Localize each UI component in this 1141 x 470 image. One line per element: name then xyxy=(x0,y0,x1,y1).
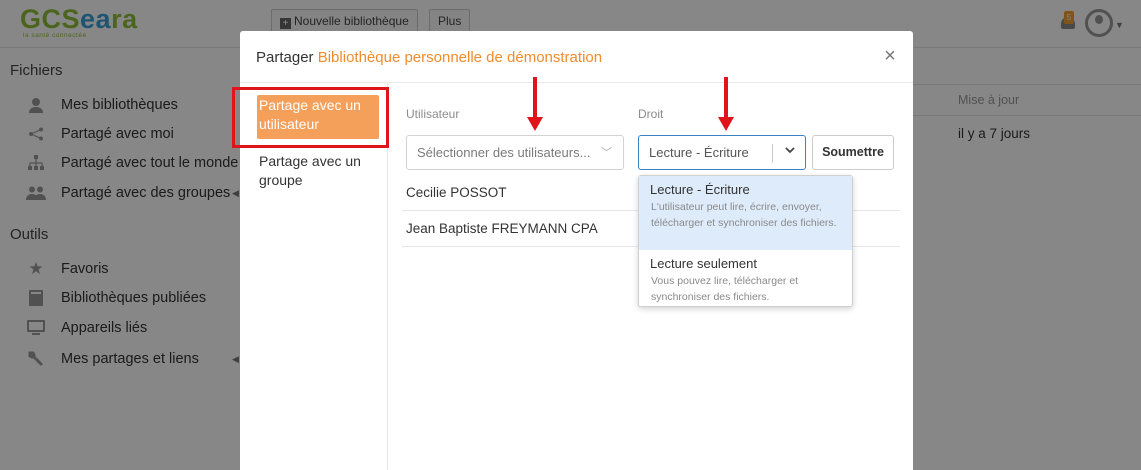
permission-option-read-write[interactable]: Lecture - Écriture L'utilisateur peut li… xyxy=(639,176,852,250)
shared-user-name: Jean Baptiste FREYMANN CPA xyxy=(406,221,598,236)
user-column-label: Utilisateur xyxy=(406,107,460,121)
annotation-arrow-icon xyxy=(718,77,734,132)
dialog-title: Partager Bibliothèque personnelle de dém… xyxy=(256,49,603,66)
library-name: Bibliothèque personnelle de démonstratio… xyxy=(317,49,603,66)
permission-selected-value: Lecture - Écriture xyxy=(649,145,749,160)
tab-share-with-group[interactable]: Partage avec un groupe xyxy=(257,151,379,191)
permission-option-read-only[interactable]: Lecture seulement Vous pouvez lire, télé… xyxy=(639,250,852,306)
permission-dropdown-menu: Lecture - Écriture L'utilisateur peut li… xyxy=(638,175,853,307)
submit-button[interactable]: Soumettre xyxy=(812,135,894,170)
chevron-down-icon: ﹀ xyxy=(601,147,612,159)
option-description: Vous pouvez lire, télécharger et synchro… xyxy=(651,275,799,303)
user-select-input[interactable]: Sélectionner des utilisateurs... ﹀ xyxy=(406,135,624,170)
close-icon[interactable]: × xyxy=(880,46,900,66)
dialog-header: Partager Bibliothèque personnelle de dém… xyxy=(240,31,913,83)
permission-select[interactable]: Lecture - Écriture xyxy=(638,135,806,170)
permission-column-label: Droit xyxy=(638,107,664,121)
option-title: Lecture - Écriture xyxy=(650,182,750,197)
shared-user-name: Cecilie POSSOT xyxy=(406,185,507,200)
annotation-arrow-icon xyxy=(527,77,543,132)
chevron-down-icon xyxy=(784,144,796,159)
option-title: Lecture seulement xyxy=(650,256,757,271)
user-select-placeholder: Sélectionner des utilisateurs... xyxy=(417,145,591,160)
option-description: L'utilisateur peut lire, écrire, envoyer… xyxy=(651,201,837,229)
annotation-highlight-box xyxy=(232,87,389,148)
